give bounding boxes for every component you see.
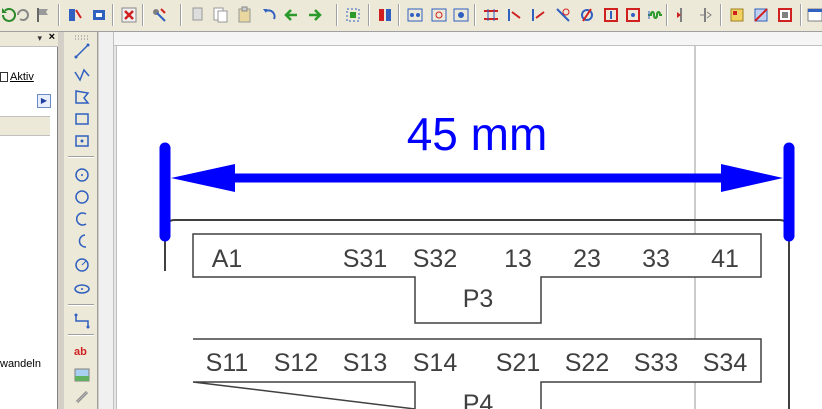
terminal-label: 13 — [504, 245, 532, 273]
drawing-canvas[interactable]: 45 mm A1 S31 S32 13 23 33 41 P3 S11 S12 S13 S14 S2… — [99, 32, 822, 409]
expand-arrow-icon[interactable]: ▶ — [37, 94, 51, 108]
contact-e-icon[interactable] — [578, 6, 596, 24]
panel-list-header — [0, 116, 50, 136]
sector-icon[interactable] — [73, 256, 91, 274]
grid-select-icon[interactable] — [344, 6, 362, 24]
terminal-label: 23 — [573, 245, 601, 273]
contact-a-icon[interactable] — [482, 6, 500, 24]
arc-alt-icon[interactable] — [73, 232, 91, 250]
contact-g-icon[interactable] — [624, 6, 642, 24]
terminal-label: S34 — [703, 349, 748, 377]
terminal-label: S31 — [343, 245, 387, 273]
active-label: Aktiv — [10, 71, 34, 83]
tools-icon[interactable] — [150, 6, 168, 24]
arc-icon[interactable] — [73, 210, 91, 228]
terminal-label: 33 — [642, 245, 670, 273]
group-c-icon[interactable] — [452, 6, 470, 24]
terminal-label: S13 — [343, 349, 387, 377]
left-ruler — [99, 32, 114, 409]
terminal-label: S32 — [413, 245, 457, 273]
group-b-icon[interactable] — [430, 6, 448, 24]
image-icon[interactable] — [73, 366, 91, 384]
main-toolbar — [0, 0, 822, 32]
close-icon[interactable]: × — [49, 31, 55, 43]
terminal-icon[interactable] — [696, 6, 714, 24]
contact-f-icon[interactable] — [602, 6, 620, 24]
terminal-label: S22 — [565, 349, 609, 377]
page-b-icon[interactable] — [752, 6, 770, 24]
component-blue-icon[interactable] — [90, 6, 108, 24]
dimension-arrow-right — [721, 164, 783, 192]
panel-header: ▾ × — [0, 31, 58, 47]
back-arrow-icon[interactable] — [282, 6, 300, 24]
diode-icon[interactable] — [672, 6, 690, 24]
truncated-label: wandeln — [0, 358, 41, 370]
ellipse-icon[interactable] — [73, 280, 91, 298]
terminal-label: S14 — [413, 349, 458, 377]
delete-icon[interactable] — [120, 6, 138, 24]
forward-arrow-icon[interactable] — [306, 6, 324, 24]
link-icon[interactable] — [73, 388, 91, 406]
reload-icon[interactable] — [14, 6, 32, 24]
cut-icon[interactable] — [190, 6, 208, 24]
undo-icon[interactable] — [260, 6, 278, 24]
terminal-label: A1 — [212, 245, 243, 273]
terminal-label: S12 — [274, 349, 318, 377]
terminal-label: S33 — [634, 349, 678, 377]
schematic-drawing: 45 mm A1 S31 S32 13 23 33 41 P3 S11 S12 S13 S14 S2… — [159, 46, 795, 409]
drawing-toolbar: ab — [64, 32, 98, 409]
connector-icon[interactable] — [73, 312, 91, 330]
text-icon[interactable]: ab — [73, 342, 91, 360]
active-checkbox[interactable] — [0, 72, 8, 82]
window-icon[interactable] — [806, 6, 822, 24]
circle-outline-icon[interactable] — [73, 188, 91, 206]
group-a-icon[interactable] — [406, 6, 424, 24]
square-point-icon[interactable] — [73, 132, 91, 150]
rectangle-icon[interactable] — [73, 110, 91, 128]
flag-icon[interactable] — [34, 6, 52, 24]
symbol-icon[interactable] — [376, 6, 394, 24]
page-c-icon[interactable] — [776, 6, 794, 24]
contact-b-icon[interactable] — [506, 6, 524, 24]
contact-c-icon[interactable] — [530, 6, 548, 24]
polygon-icon[interactable] — [73, 88, 91, 106]
page-a-icon[interactable] — [728, 6, 746, 24]
terminal-label: S11 — [206, 349, 249, 377]
terminal-label: S21 — [496, 349, 540, 377]
dimension-label: 45 mm — [407, 108, 548, 160]
coil-icon[interactable] — [646, 6, 664, 24]
pin-icon[interactable]: ▾ — [37, 33, 42, 44]
strip-label-p4: P4 — [463, 390, 494, 409]
svg-text:ab: ab — [74, 346, 87, 358]
contact-d-icon[interactable] — [554, 6, 572, 24]
top-ruler — [99, 32, 822, 46]
strip-label-p3: P3 — [463, 285, 494, 313]
paste-icon[interactable] — [236, 6, 254, 24]
component-red-icon[interactable] — [66, 6, 84, 24]
line-icon[interactable] — [73, 42, 91, 60]
circle-icon[interactable] — [73, 166, 91, 184]
polyline-icon[interactable] — [73, 66, 91, 84]
copy-icon[interactable] — [212, 6, 230, 24]
left-panel: ▾ × Aktiv ▶ wandeln — [0, 31, 58, 409]
drawing-sheet[interactable]: 45 mm A1 S31 S32 13 23 33 41 P3 S11 S12 S13 S14 S2… — [116, 46, 822, 409]
terminal-label: 41 — [711, 245, 739, 273]
dimension-arrow-left — [171, 164, 235, 192]
